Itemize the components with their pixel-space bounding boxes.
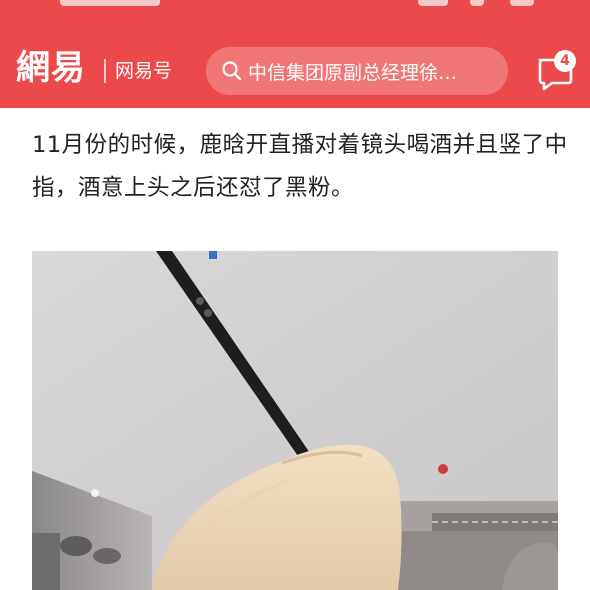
- article-photo[interactable]: [32, 251, 558, 590]
- app-header: 網易 网易号 中信集团原副总经理徐… 4: [0, 0, 590, 108]
- article-photo-image: [32, 251, 558, 590]
- status-bar: [0, 0, 590, 10]
- netease-logo[interactable]: 網易: [16, 48, 86, 88]
- wifi-icon: [470, 0, 484, 6]
- battery-icon: [510, 0, 534, 6]
- channel-label[interactable]: 网易号: [115, 57, 172, 85]
- signal-icon: [418, 0, 448, 6]
- header-divider: [104, 59, 106, 83]
- status-time-remnant: [60, 0, 160, 6]
- message-badge: 4: [554, 50, 576, 72]
- search-suggestion-text: 中信集团原副总经理徐…: [248, 61, 458, 84]
- search-icon: [222, 61, 242, 81]
- search-bar[interactable]: 中信集团原副总经理徐…: [206, 47, 508, 95]
- article-paragraph: 11月份的时候，鹿晗开直播对着镜头喝酒并且竖了中指，酒意上头之后还怼了黑粉。: [32, 132, 568, 201]
